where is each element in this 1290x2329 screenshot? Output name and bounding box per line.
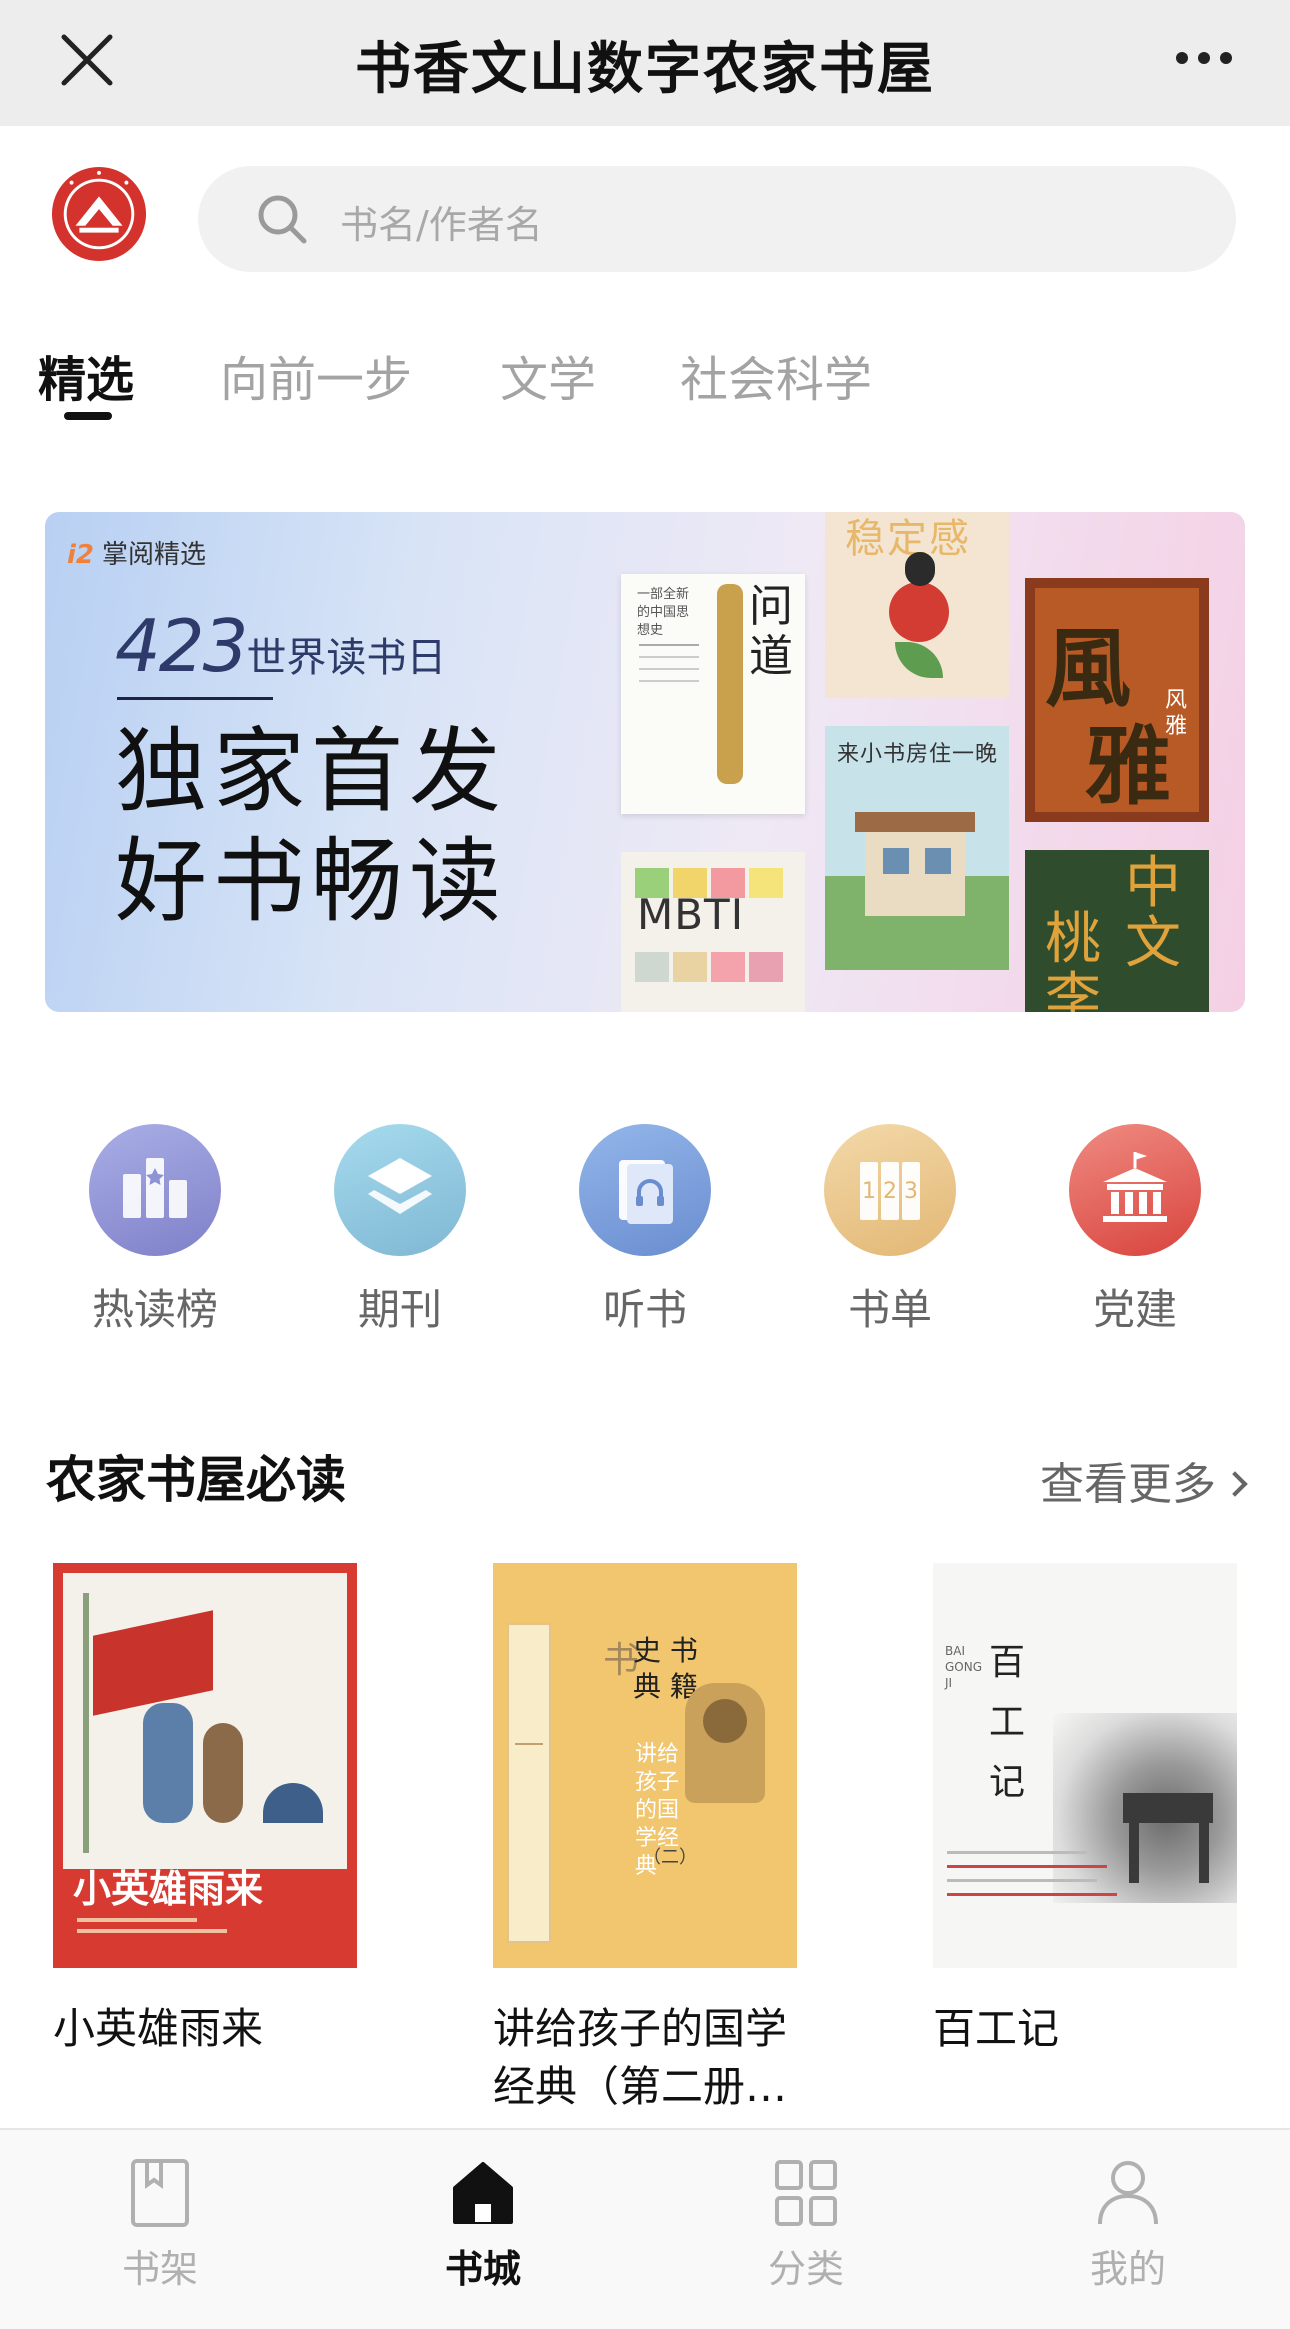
menu-audiobooks[interactable]: 听书 <box>545 1124 745 1337</box>
chevron-right-icon <box>1222 1471 1248 1497</box>
page-title: 书香文山数字农家书屋 <box>355 37 935 102</box>
svg-text:3: 3 <box>904 1179 918 1204</box>
book-cover[interactable]: 小英雄雨来 <box>53 1563 357 1968</box>
book-title[interactable]: 讲给孩子的国学经典（第二册… <box>493 2000 803 2116</box>
bottom-nav: 书架 书城 分类 我的 <box>0 2128 1290 2329</box>
book-cover[interactable]: 百工记 BAI GONG JI <box>933 1563 1237 1968</box>
home-icon <box>453 2162 513 2224</box>
banner-book-mbti: MBTI <box>621 852 805 1012</box>
search-icon <box>258 195 307 244</box>
tab-step-forward[interactable]: 向前一步 <box>220 340 412 410</box>
promo-banner[interactable]: i2 掌阅精选 423世界读书日 独家首发 好书畅读 一部全新的中国思想史 问道 … <box>45 512 1245 1012</box>
menu-party-building[interactable]: 党建 <box>1035 1124 1235 1337</box>
title-bar: 书香文山数字农家书屋 <box>0 0 1290 126</box>
banner-book-bookroom: 来小书房住一晚 <box>825 726 1009 970</box>
nav-bookshelf[interactable]: 书架 <box>60 2158 260 2293</box>
book-card[interactable]: 书 史 书典 籍 讲给孩子的国学经典 （二） 讲给孩子的国学经典（第二册… <box>493 1563 797 2116</box>
search-placeholder: 书名/作者名 <box>340 203 543 247</box>
search-bar[interactable]: 书名/作者名 <box>198 166 1236 272</box>
book-title[interactable]: 百工记 <box>933 2000 1243 2058</box>
section-title: 农家书屋必读 <box>46 1451 346 1509</box>
menu-journals[interactable]: 期刊 <box>300 1124 500 1337</box>
banner-book-wendao: 一部全新的中国思想史 问道 <box>621 574 805 814</box>
svg-text:2: 2 <box>883 1179 897 1204</box>
nav-profile[interactable]: 我的 <box>1028 2158 1228 2293</box>
nav-bookstore[interactable]: 书城 <box>383 2158 583 2293</box>
booklist-123-icon: 1 2 3 <box>824 1124 956 1256</box>
book-cover[interactable]: 书 史 书典 籍 讲给孩子的国学经典 （二） <box>493 1563 797 1968</box>
svg-text:1: 1 <box>862 1179 876 1204</box>
tab-literature[interactable]: 文学 <box>500 340 596 410</box>
headphones-book-icon <box>579 1124 711 1256</box>
menu-booklists[interactable]: 1 2 3 书单 <box>790 1124 990 1337</box>
quick-menu: 热读榜 期刊 听书 1 2 3 书单 党建 <box>0 1124 1290 1344</box>
see-more-link[interactable]: 查看更多 <box>1040 1448 1248 1512</box>
banner-brand: i2 掌阅精选 <box>67 540 207 570</box>
tab-featured[interactable]: 精选 <box>38 340 134 410</box>
banner-book-stability: 稳定感 <box>825 512 1009 698</box>
banner-book-fengya: 風 雅 风雅 <box>1025 578 1209 822</box>
user-icon <box>1098 2161 1158 2225</box>
banner-event: 423世界读书日 <box>115 604 447 688</box>
book-card[interactable]: 百工记 BAI GONG JI 百工记 <box>933 1563 1237 2058</box>
menu-hot-ranking[interactable]: 热读榜 <box>55 1124 255 1337</box>
ranking-chart-icon <box>89 1124 221 1256</box>
banner-headline: 独家首发 好书畅读 <box>115 718 508 935</box>
category-tabs: 精选 向前一步 文学 社会科学 <box>0 340 1290 430</box>
app-logo[interactable] <box>50 165 148 263</box>
party-building-icon <box>1069 1124 1201 1256</box>
more-dots-icon[interactable] <box>1174 48 1234 68</box>
tab-social-science[interactable]: 社会科学 <box>680 340 872 410</box>
tab-active-indicator <box>64 412 112 420</box>
grid-icon <box>775 2160 837 2226</box>
banner-divider <box>117 697 273 700</box>
bookshelf-icon <box>131 2159 189 2227</box>
nav-categories[interactable]: 分类 <box>706 2158 906 2293</box>
book-card[interactable]: 小英雄雨来 小英雄雨来 <box>53 1563 357 2058</box>
layers-icon <box>334 1124 466 1256</box>
book-title[interactable]: 小英雄雨来 <box>53 2000 363 2058</box>
banner-book-taoli: 中文 桃李 <box>1025 850 1209 1012</box>
